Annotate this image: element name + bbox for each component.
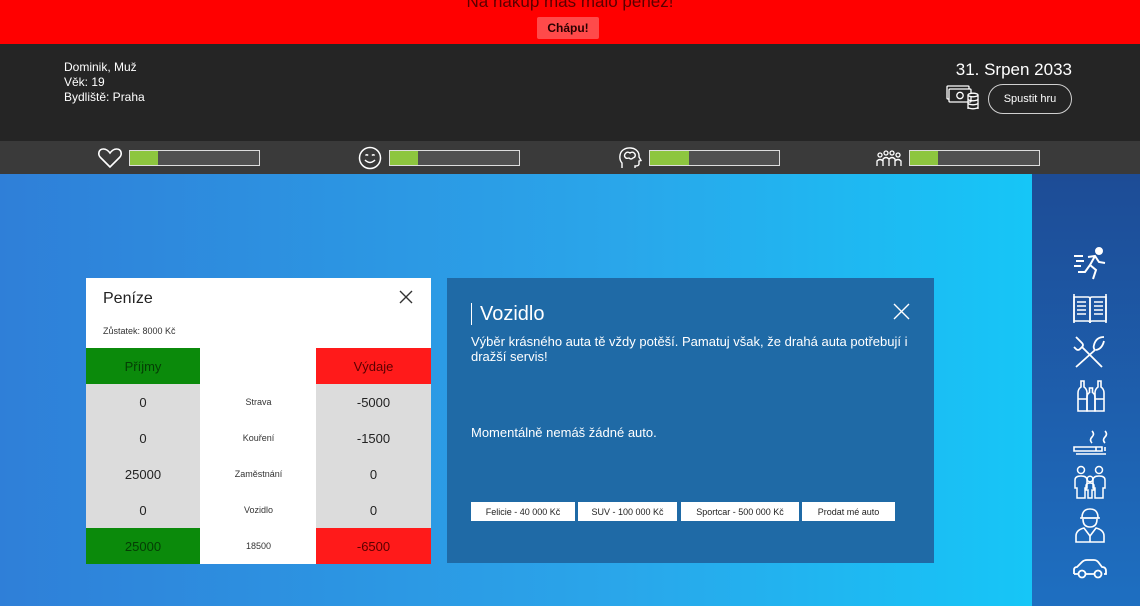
health-bar (129, 150, 260, 166)
vehicle-panel-title: Vozidlo (471, 303, 545, 325)
player-name-gender: Dominik, Muž (64, 60, 137, 74)
worker-icon[interactable] (1072, 507, 1108, 543)
row-label: Vozidlo (201, 492, 316, 528)
vehicle-description: Výběr krásného auta tě vždy potěší. Pama… (471, 334, 908, 364)
alert-message: Na nákup máš málo peněz! (466, 0, 674, 11)
row-label: Zaměstnání (201, 456, 316, 492)
happiness-bar (389, 150, 520, 166)
player-info: Dominik, Muž Věk: 19 Bydliště: Praha (64, 60, 145, 105)
expense-cell: -1500 (316, 420, 431, 456)
player-residence: Bydliště: Praha (64, 90, 145, 104)
money-panel-title: Peníze (103, 290, 153, 307)
intelligence-bar (649, 150, 780, 166)
stats-bar (0, 141, 1140, 174)
close-icon[interactable] (893, 303, 910, 320)
sell-car-button[interactable]: Prodat mé auto (802, 502, 895, 521)
intelligence-bar-fill (650, 151, 689, 165)
cutlery-icon[interactable] (1072, 334, 1108, 370)
smoking-icon[interactable] (1072, 421, 1108, 457)
buy-felicie-button[interactable]: Felicie - 40 000 Kč (471, 502, 575, 521)
income-cell: 0 (86, 492, 200, 528)
alert-banner: Na nákup máš málo peněz! Chápu! (0, 0, 1140, 44)
income-cell: 0 (86, 384, 200, 420)
start-game-button[interactable]: Spustit hru (988, 84, 1072, 114)
vehicle-panel: Vozidlo Výběr krásného auta tě vždy potě… (447, 278, 934, 563)
happiness-bar-fill (390, 151, 419, 165)
health-bar-fill (130, 151, 159, 165)
expense-cell: 0 (316, 456, 431, 492)
close-icon[interactable] (398, 289, 414, 305)
row-label: Kouření (201, 420, 316, 456)
buy-sportcar-button[interactable]: Sportcar - 500 000 Kč (681, 502, 799, 521)
money-balance: Zůstatek: 8000 Kč (103, 326, 176, 336)
total-balance: 18500 (201, 528, 316, 564)
buy-suv-button[interactable]: SUV - 100 000 Kč (578, 502, 677, 521)
game-date: 31. Srpen 2033 (955, 60, 1072, 79)
bottles-icon[interactable] (1072, 377, 1108, 413)
car-icon[interactable] (1072, 550, 1108, 586)
people-icon (876, 150, 902, 166)
alert-confirm-button[interactable]: Chápu! (537, 17, 599, 39)
expense-header: Výdaje (316, 348, 431, 384)
book-icon[interactable] (1072, 290, 1108, 326)
income-cell: 25000 (86, 456, 200, 492)
total-expense: -6500 (316, 528, 431, 564)
family-icon[interactable] (1072, 464, 1108, 500)
smile-icon (358, 146, 382, 170)
income-cell: 0 (86, 420, 200, 456)
activity-sidebar (1032, 174, 1140, 606)
total-income: 25000 (86, 528, 200, 564)
row-label: Strava (201, 384, 316, 420)
money-icon (946, 85, 979, 110)
header: Dominik, Muž Věk: 19 Bydliště: Praha 31.… (0, 44, 1140, 141)
running-icon[interactable] (1072, 246, 1108, 282)
social-bar (909, 150, 1040, 166)
header-spacer (201, 348, 316, 384)
player-age: Věk: 19 (64, 75, 105, 89)
expense-cell: 0 (316, 492, 431, 528)
money-panel: Peníze Zůstatek: 8000 Kč Příjmy Výdaje 0… (86, 278, 431, 564)
income-header: Příjmy (86, 348, 200, 384)
expense-cell: -5000 (316, 384, 431, 420)
brain-head-icon (619, 147, 643, 168)
vehicle-status: Momentálně nemáš žádné auto. (471, 425, 657, 440)
heart-icon (98, 148, 122, 169)
social-bar-fill (910, 151, 939, 165)
